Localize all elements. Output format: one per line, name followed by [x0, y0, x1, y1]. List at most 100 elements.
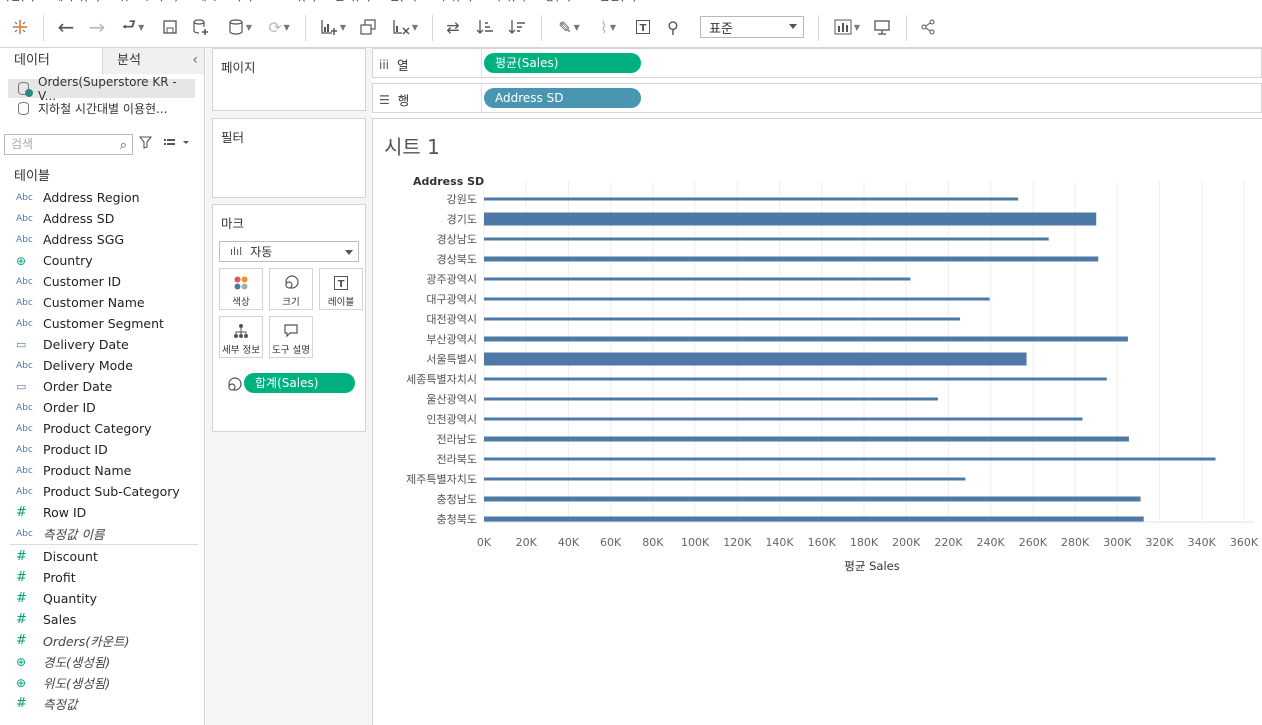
refresh-icon[interactable]: ⟳ ▼	[262, 15, 296, 39]
replay-icon[interactable]: ⮐ ▼	[117, 15, 149, 39]
sheet-title[interactable]: 시트 1	[384, 131, 440, 160]
collapse-icon[interactable]: ‹	[192, 52, 198, 68]
field-item[interactable]: # Discount	[0, 546, 204, 567]
bar[interactable]	[484, 317, 961, 321]
bar[interactable]	[484, 436, 1129, 442]
bar[interactable]	[484, 336, 1128, 342]
field-item[interactable]: # Orders(카운트)	[0, 630, 204, 651]
field-item[interactable]: # Sales	[0, 609, 204, 630]
field-item[interactable]: Abc Product Sub-Category	[0, 481, 204, 502]
clear-icon[interactable]: ▼	[388, 15, 422, 39]
datasource-item-subway[interactable]: 지하철 시간대별 이용현...	[8, 99, 195, 118]
bar[interactable]	[484, 457, 1216, 461]
view-options-icon[interactable]	[163, 136, 189, 153]
field-item[interactable]: # 측정값	[0, 693, 204, 714]
bar[interactable]	[484, 352, 1027, 366]
field-item[interactable]: ⊕ 경도(생성됨)	[0, 651, 204, 672]
size-button[interactable]: 크기	[269, 268, 313, 310]
redo-icon[interactable]: →	[86, 15, 108, 39]
field-item[interactable]: Abc Product Category	[0, 418, 204, 439]
field-item[interactable]: Abc Delivery Mode	[0, 355, 204, 376]
bar[interactable]	[484, 197, 1019, 201]
bar[interactable]	[484, 212, 1097, 226]
columns-shelf[interactable]: iii 열 평균(Sales)	[372, 48, 1262, 78]
bar[interactable]	[484, 377, 1107, 381]
bar[interactable]	[484, 417, 1083, 421]
field-item[interactable]: Abc Customer ID	[0, 271, 204, 292]
pin-icon[interactable]: ⚲	[663, 15, 683, 39]
rows-pill[interactable]: Address SD	[484, 88, 641, 108]
field-item[interactable]: Abc Customer Segment	[0, 313, 204, 334]
duplicate-icon[interactable]	[357, 15, 379, 39]
field-item[interactable]: Abc Customer Name	[0, 292, 204, 313]
menu-item[interactable]: 서식(O)	[435, 0, 472, 3]
bar[interactable]	[484, 496, 1141, 502]
menu-item[interactable]: 서버(S)	[491, 0, 527, 3]
menu-item[interactable]: 파일(F)	[0, 0, 35, 3]
field-item[interactable]: ▭ Delivery Date	[0, 334, 204, 355]
bar[interactable]	[484, 516, 1144, 522]
show-me-icon[interactable]: ▼	[830, 15, 864, 39]
group-icon[interactable]: ⌇ ▼	[592, 15, 624, 39]
field-item[interactable]: # Row ID	[0, 502, 204, 523]
field-item[interactable]: ▭ Order Date	[0, 376, 204, 397]
bar[interactable]	[484, 397, 938, 401]
bar[interactable]	[484, 477, 966, 481]
field-item[interactable]: Abc Address SD	[0, 208, 204, 229]
size-pill[interactable]: 합계(Sales)	[244, 373, 355, 393]
menu-item[interactable]: 스토리(T)	[271, 0, 317, 3]
menu-item[interactable]: 도움말(H)	[590, 0, 637, 3]
bar[interactable]	[484, 256, 1099, 262]
columns-pill[interactable]: 평균(Sales)	[484, 53, 641, 73]
label-icon[interactable]: T	[633, 15, 653, 39]
field-label: Discount	[43, 549, 98, 564]
field-item[interactable]: # Quantity	[0, 588, 204, 609]
field-item[interactable]: # Profit	[0, 567, 204, 588]
field-item[interactable]: ⊕ 위도(생성됨)	[0, 672, 204, 693]
datasource-icon[interactable]: ▼	[222, 15, 258, 39]
new-datasource-icon[interactable]	[190, 15, 212, 39]
undo-icon[interactable]: ←	[55, 15, 77, 39]
field-item[interactable]: Abc Order ID	[0, 397, 204, 418]
color-button[interactable]: 색상	[219, 268, 263, 310]
rows-shelf[interactable]: ☰ 행 Address SD	[372, 83, 1262, 113]
bar[interactable]	[484, 297, 990, 301]
menu-item[interactable]: 대시보드(B)	[197, 0, 254, 3]
mark-type-dropdown[interactable]: ılıl 자동	[219, 241, 359, 262]
menu-item[interactable]: 창(N)	[545, 0, 572, 3]
menu-item[interactable]: 워크시트(W)	[119, 0, 179, 3]
tooltip-label: 도구 설명	[272, 345, 310, 356]
fit-selector[interactable]: 표준	[700, 16, 804, 38]
field-item[interactable]: Abc Address Region	[0, 187, 204, 208]
presentation-icon[interactable]	[872, 15, 892, 39]
sort-desc-icon[interactable]	[506, 15, 528, 39]
tooltip-button[interactable]: 도구 설명	[269, 316, 313, 358]
field-type-icon: Abc	[16, 276, 33, 287]
search-input[interactable]: 검색 ⌕	[4, 134, 133, 155]
bar[interactable]	[484, 237, 1049, 241]
detail-button[interactable]: 세부 정보	[219, 316, 263, 358]
menu-item[interactable]: 데이터(D)	[53, 0, 100, 3]
menu-item[interactable]: 맵(M)	[389, 0, 417, 3]
bar[interactable]	[484, 277, 911, 281]
swap-icon[interactable]: ⇄	[442, 15, 464, 39]
new-worksheet-icon[interactable]: ▼	[316, 15, 350, 39]
save-icon[interactable]	[160, 15, 180, 39]
tableau-logo-icon[interactable]	[10, 15, 30, 39]
pages-card[interactable]: 페이지	[212, 48, 366, 111]
filters-card[interactable]: 필터	[212, 118, 366, 198]
menu-item[interactable]: 분석(A)	[335, 0, 371, 3]
tab-data[interactable]: 데이터	[0, 48, 102, 74]
label-button[interactable]: T 레이블	[319, 268, 363, 310]
sort-asc-icon[interactable]	[474, 15, 496, 39]
field-item[interactable]: Abc 측정값 이름	[0, 523, 204, 544]
filter-icon[interactable]	[138, 136, 153, 153]
field-item[interactable]: Abc Product Name	[0, 460, 204, 481]
field-item[interactable]: Abc Product ID	[0, 439, 204, 460]
highlight-icon[interactable]: ✎ ▼	[553, 15, 585, 39]
field-item[interactable]: ⊕ Country	[0, 250, 204, 271]
datasource-item-orders[interactable]: Orders(Superstore KR - V...	[8, 75, 195, 103]
share-icon[interactable]	[918, 15, 938, 39]
tab-analysis[interactable]: 분석	[102, 48, 204, 74]
field-item[interactable]: Abc Address SGG	[0, 229, 204, 250]
